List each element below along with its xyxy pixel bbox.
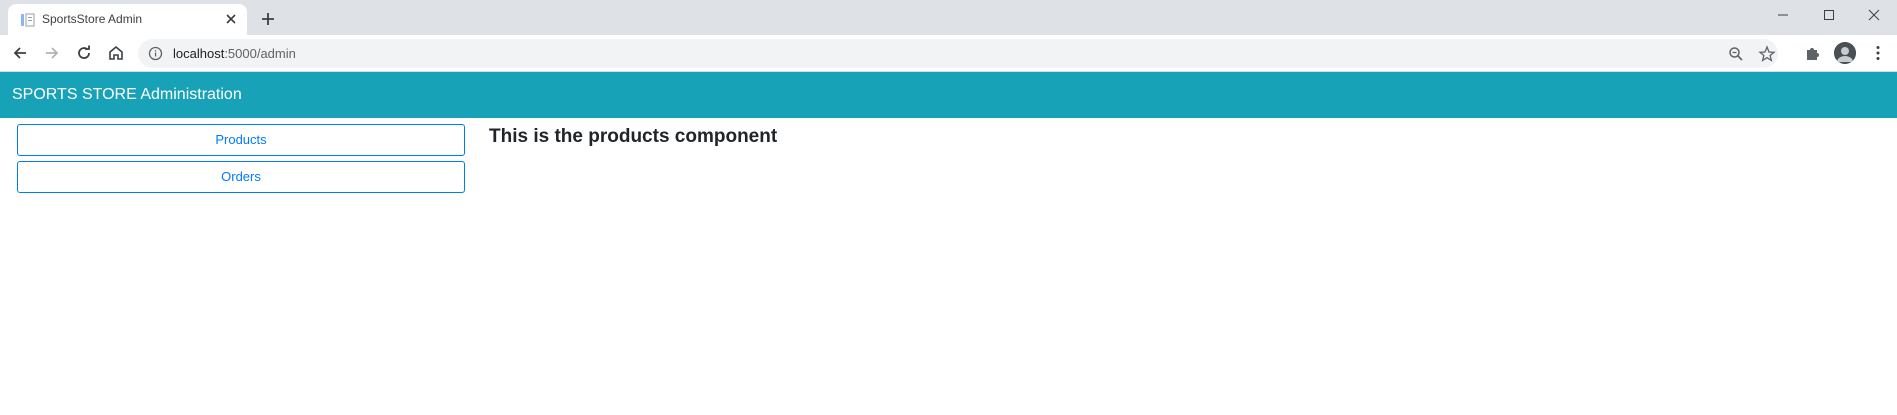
admin-sidebar: Products Orders xyxy=(17,124,465,198)
brand-title: SPORTS STORE Administration xyxy=(12,86,242,103)
url-text[interactable]: localhost:5000/admin xyxy=(173,46,296,61)
forward-button[interactable] xyxy=(42,43,62,63)
zoom-icon[interactable] xyxy=(1727,45,1745,63)
browser-tab[interactable]: SportsStore Admin xyxy=(8,4,247,35)
more-vert-icon xyxy=(1876,46,1880,60)
products-button[interactable]: Products xyxy=(17,124,465,156)
home-icon xyxy=(109,45,123,60)
home-button[interactable] xyxy=(106,43,126,63)
browser-toolbar: localhost:5000/admin xyxy=(0,35,1897,72)
address-bar[interactable]: localhost:5000/admin xyxy=(138,39,1778,68)
minimize-button[interactable] xyxy=(1760,0,1806,30)
bookmark-star-icon[interactable] xyxy=(1758,45,1776,63)
back-button[interactable] xyxy=(10,43,30,63)
close-icon[interactable] xyxy=(223,11,239,27)
close-icon xyxy=(1868,9,1880,21)
url-path: :5000/admin xyxy=(224,46,296,61)
document-icon xyxy=(21,13,35,27)
url-host: localhost xyxy=(173,46,225,61)
reload-icon xyxy=(78,45,90,59)
page-title: This is the products component xyxy=(489,126,778,147)
extensions-button[interactable] xyxy=(1803,43,1823,63)
window-close-button[interactable] xyxy=(1851,0,1897,30)
maximize-icon xyxy=(1824,10,1834,20)
info-icon[interactable] xyxy=(148,46,163,61)
profile-icon xyxy=(1834,42,1856,64)
arrow-left-icon xyxy=(13,47,26,59)
menu-button[interactable] xyxy=(1868,43,1888,63)
arrow-right-icon xyxy=(46,47,59,59)
browser-tabstrip: SportsStore Admin xyxy=(0,0,1897,35)
minimize-icon xyxy=(1778,14,1788,16)
tab-title: SportsStore Admin xyxy=(42,12,143,26)
puzzle-icon xyxy=(1807,48,1819,60)
plus-icon[interactable] xyxy=(258,9,278,29)
app-navbar: SPORTS STORE Administration xyxy=(0,72,1897,118)
page-viewport: SPORTS STORE Administration Products Ord… xyxy=(0,72,1897,415)
avatar[interactable] xyxy=(1834,42,1856,64)
maximize-button[interactable] xyxy=(1806,0,1852,30)
reload-button[interactable] xyxy=(74,43,94,63)
orders-button[interactable]: Orders xyxy=(17,161,465,193)
